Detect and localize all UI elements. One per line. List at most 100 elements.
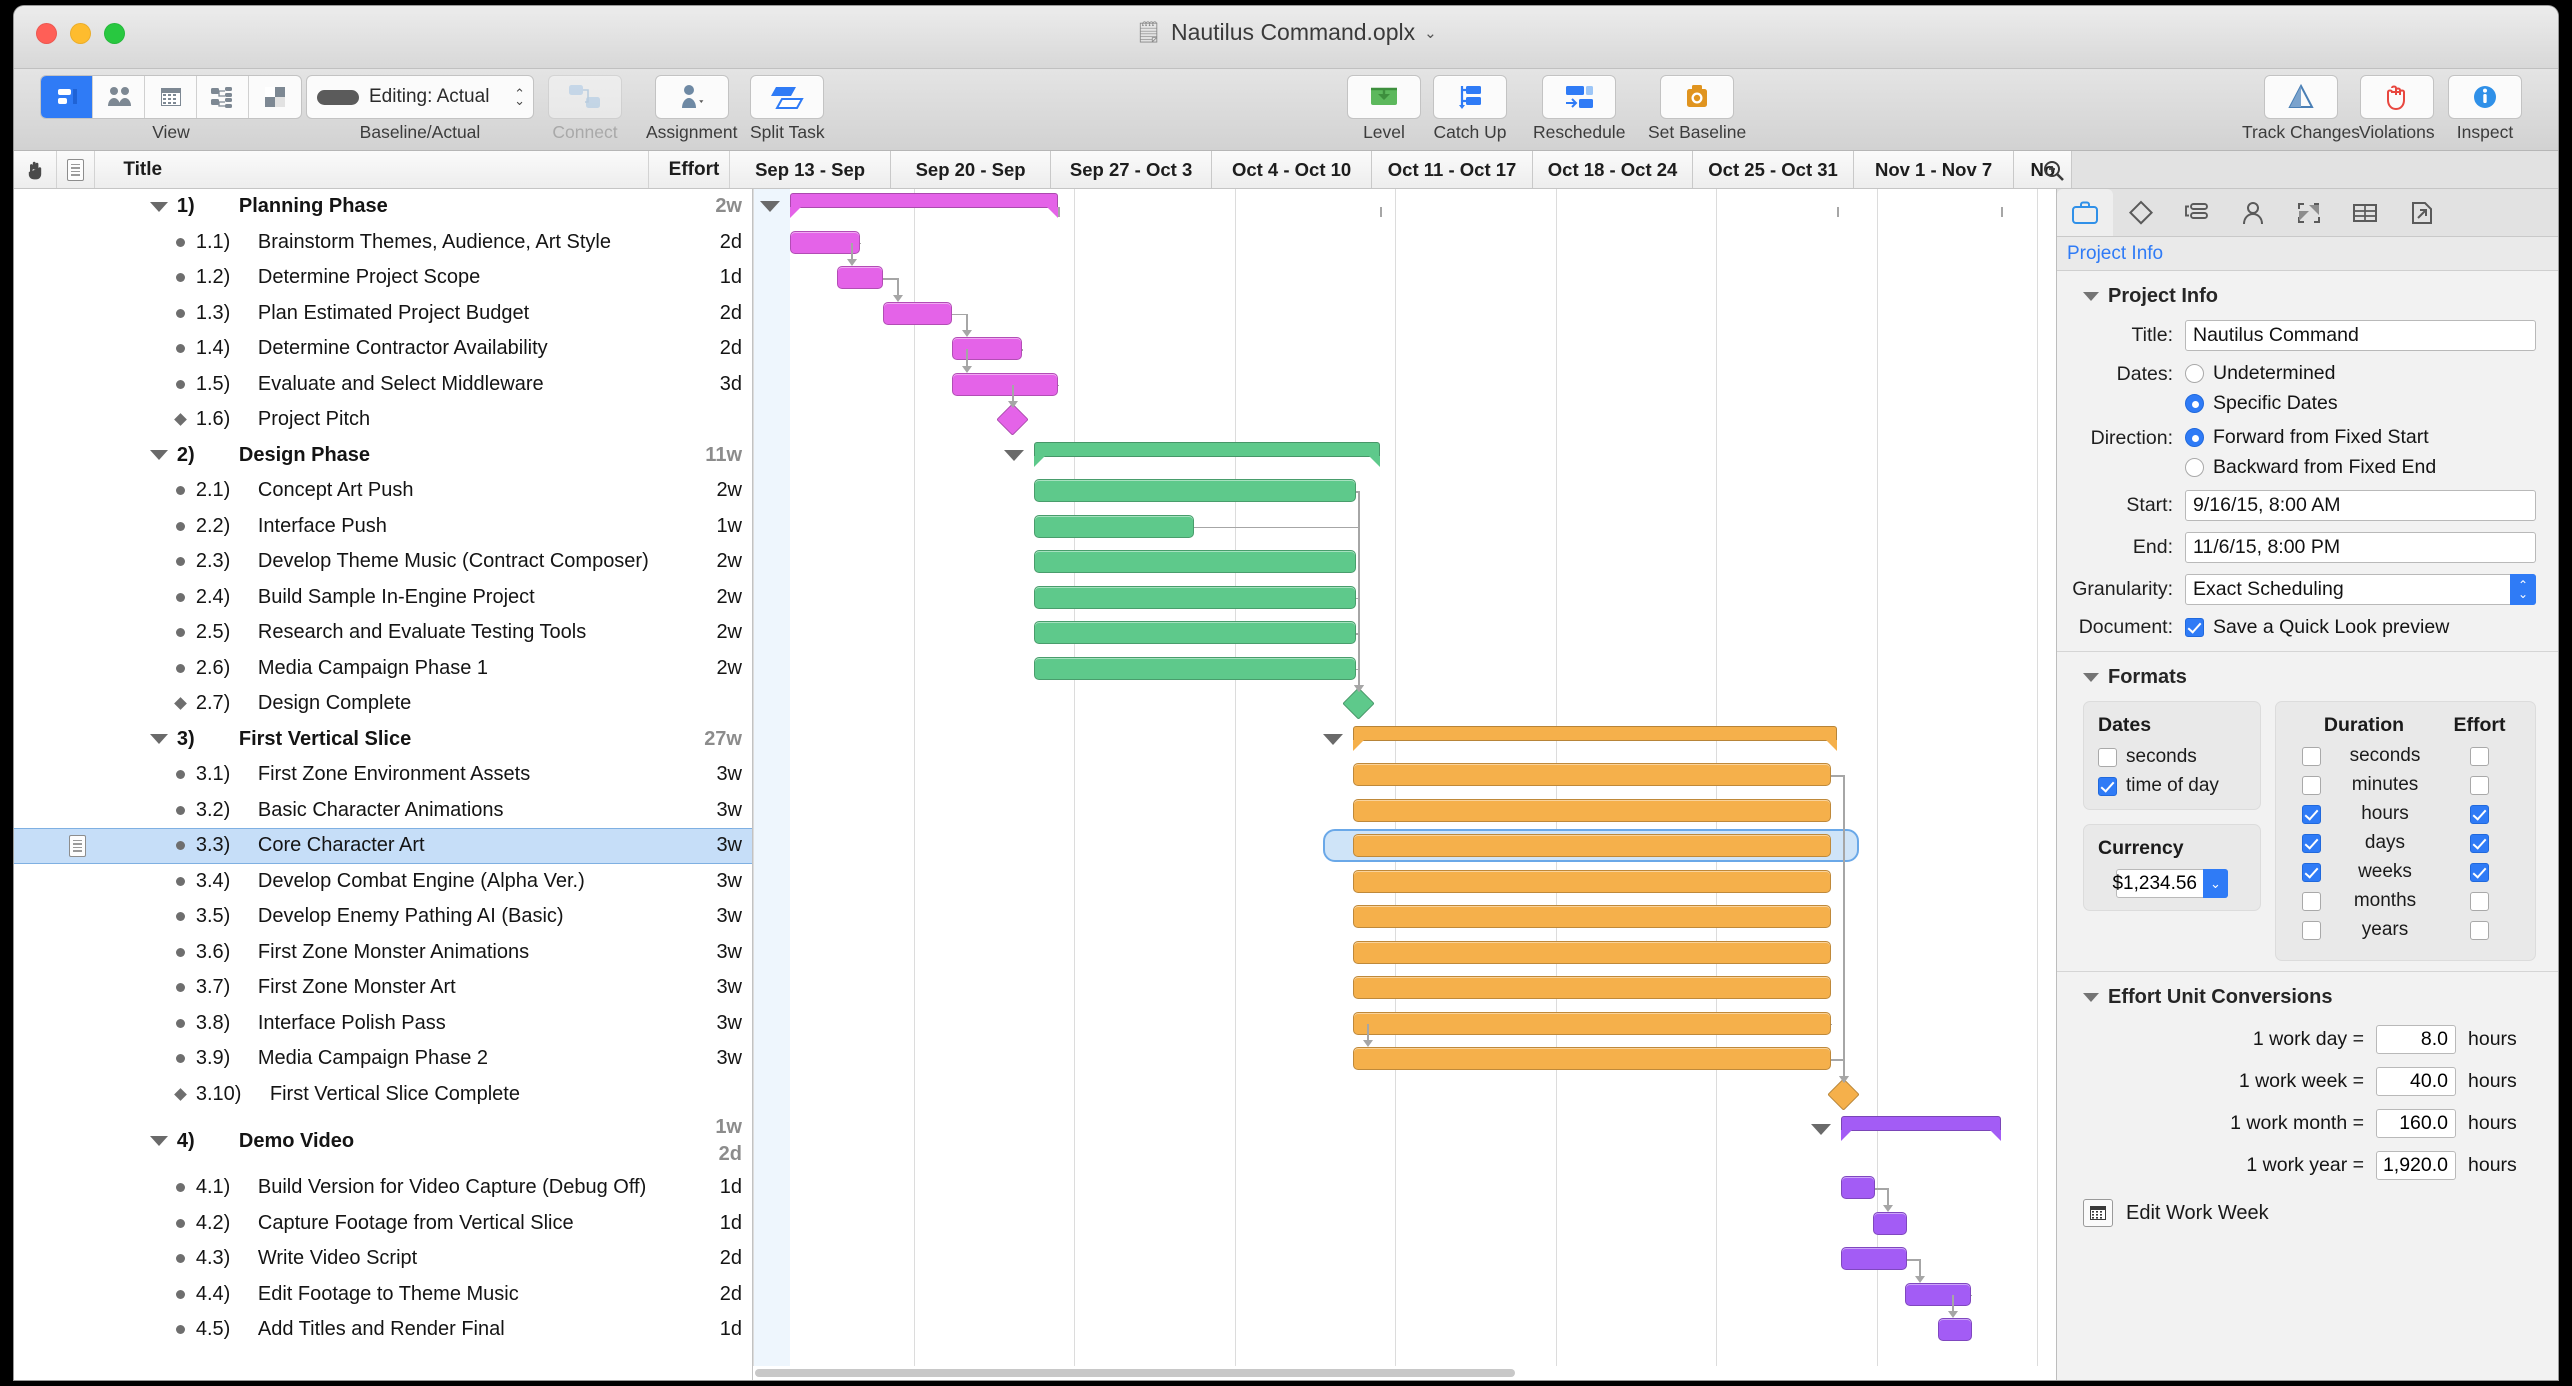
gantt-milestone[interactable] xyxy=(996,403,1029,436)
row-title-cell[interactable]: 4.2) Capture Footage from Vertical Slice xyxy=(98,1212,668,1235)
row-effort-cell[interactable]: 2w xyxy=(668,195,752,218)
row-effort-cell[interactable]: 2d xyxy=(668,302,752,325)
radio-undetermined[interactable] xyxy=(2185,364,2204,383)
conversion-input[interactable]: 160.0 xyxy=(2376,1109,2456,1138)
outline-task-row[interactable]: 3.4) Develop Combat Engine (Alpha Ver.) 3w xyxy=(14,864,752,900)
outline-task-row[interactable]: 4.3) Write Video Script 2d xyxy=(14,1241,752,1277)
set-baseline-button[interactable] xyxy=(1660,75,1735,119)
gantt-group-disclosure-icon[interactable] xyxy=(1323,733,1343,745)
row-effort-cell[interactable]: 3w xyxy=(668,870,752,893)
gantt-task-bar[interactable] xyxy=(1841,1176,1875,1199)
row-title-cell[interactable]: 3.8) Interface Polish Pass xyxy=(98,1012,668,1035)
view-network-button[interactable] xyxy=(197,76,249,118)
row-title-cell[interactable]: 2.4) Build Sample In-Engine Project xyxy=(98,586,668,609)
outline-task-row[interactable]: 3.7) First Zone Monster Art 3w xyxy=(14,970,752,1006)
duration-checkbox-cell[interactable] xyxy=(2290,804,2332,824)
row-title-cell[interactable]: 2.7) Design Complete xyxy=(98,692,668,715)
row-effort-cell[interactable]: 2w xyxy=(668,479,752,502)
row-note-cell[interactable] xyxy=(58,834,98,857)
outline-task-row[interactable]: 2.1) Concept Art Push 2w xyxy=(14,473,752,509)
formats-heading-row[interactable]: Formats xyxy=(2057,666,2558,689)
row-title-cell[interactable]: 2.1) Concept Art Push xyxy=(98,479,668,502)
disclosure-triangle-icon[interactable] xyxy=(149,734,168,745)
row-title-cell[interactable]: 3.9) Media Campaign Phase 2 xyxy=(98,1047,668,1070)
outline-task-row[interactable]: 2.5) Research and Evaluate Testing Tools 2… xyxy=(14,615,752,651)
gantt-task-bar[interactable] xyxy=(1353,905,1831,928)
checkbox-effort-weeks[interactable] xyxy=(2470,862,2489,882)
duration-checkbox-cell[interactable] xyxy=(2290,891,2332,911)
track-changes-button[interactable] xyxy=(2264,75,2338,119)
dates-format-seconds[interactable]: seconds xyxy=(2098,746,2246,768)
duration-checkbox-cell[interactable] xyxy=(2290,746,2332,766)
radio-backward-fixed-end[interactable] xyxy=(2185,458,2204,477)
outline-group-row[interactable]: 2) Design Phase 11w xyxy=(14,438,752,474)
row-title-cell[interactable]: 3.5) Develop Enemy Pathing AI (Basic) xyxy=(98,905,668,928)
gantt-task-bar[interactable] xyxy=(952,372,1058,396)
row-title-cell[interactable]: 3.4) Develop Combat Engine (Alpha Ver.) xyxy=(98,870,668,893)
project-info-heading-row[interactable]: Project Info xyxy=(2057,285,2558,308)
gantt-task-bar[interactable] xyxy=(952,337,1022,360)
row-title-cell[interactable]: 1.6) Project Pitch xyxy=(98,408,668,431)
outline-task-row[interactable]: 2.6) Media Campaign Phase 1 2w xyxy=(14,651,752,687)
checkbox-duration-weeks[interactable] xyxy=(2301,862,2321,882)
row-effort-cell[interactable]: 1d xyxy=(668,266,752,289)
row-title-cell[interactable]: 4.5) Add Titles and Render Final xyxy=(98,1318,668,1341)
gantt-task-bar[interactable] xyxy=(1034,479,1356,502)
gantt-task-bar[interactable] xyxy=(1353,1011,1831,1035)
dates-format-time-of-day[interactable]: time of day xyxy=(2098,775,2246,797)
direction-option-forward[interactable]: Forward from Fixed Start xyxy=(2185,426,2536,449)
row-effort-cell[interactable]: 3w xyxy=(668,1047,752,1070)
level-button[interactable] xyxy=(1347,75,1421,119)
conversions-heading-row[interactable]: Effort Unit Conversions xyxy=(2057,986,2558,1009)
row-effort-cell[interactable]: 3w xyxy=(668,1012,752,1035)
outline-task-row[interactable]: 2.3) Develop Theme Music (Contract Compos… xyxy=(14,544,752,580)
row-effort-cell[interactable]: 3w xyxy=(668,976,752,999)
effort-checkbox-cell[interactable] xyxy=(2438,891,2521,911)
checkbox-effort-minutes[interactable] xyxy=(2470,775,2489,795)
outline-task-row[interactable]: 3.10) First Vertical Slice Complete xyxy=(14,1077,752,1113)
view-calendar-button[interactable] xyxy=(145,76,197,118)
gantt-summary-bar[interactable] xyxy=(790,193,1058,208)
end-date-input[interactable]: 11/6/15, 8:00 PM xyxy=(2185,532,2536,563)
inspect-button[interactable] xyxy=(2448,75,2522,119)
checkbox-effort-months[interactable] xyxy=(2470,891,2489,911)
effort-checkbox-cell[interactable] xyxy=(2438,920,2521,940)
gantt-task-bar[interactable] xyxy=(1034,656,1356,680)
row-title-cell[interactable]: 2.5) Research and Evaluate Testing Tools xyxy=(98,621,668,644)
outline-task-row[interactable]: 3.9) Media Campaign Phase 2 3w xyxy=(14,1041,752,1077)
outline-task-row[interactable]: 2.7) Design Complete xyxy=(14,686,752,722)
row-title-cell[interactable]: 3.2) Basic Character Animations xyxy=(98,799,668,822)
row-effort-cell[interactable]: 3w xyxy=(668,763,752,786)
checkbox-duration-years[interactable] xyxy=(2301,920,2321,940)
column-header-note[interactable] xyxy=(57,151,96,188)
checkbox-dates-time-of-day[interactable] xyxy=(2098,776,2117,796)
row-title-cell[interactable]: 3.3) Core Character Art xyxy=(98,834,668,857)
gantt-group-disclosure-icon[interactable] xyxy=(760,201,780,212)
outline-task-row[interactable]: 2.4) Build Sample In-Engine Project 2w xyxy=(14,580,752,616)
row-effort-cell[interactable]: 1d xyxy=(668,1212,752,1235)
gantt-task-bar[interactable] xyxy=(1353,869,1831,893)
row-title-cell[interactable]: 3.10) First Vertical Slice Complete xyxy=(98,1083,668,1106)
gantt-task-bar[interactable] xyxy=(1841,1247,1907,1270)
chevron-updown-icon[interactable]: ⌃ ⌄ xyxy=(2510,574,2536,605)
resource-tab[interactable] xyxy=(2225,189,2281,236)
row-effort-cell[interactable]: 2w xyxy=(668,621,752,644)
dates-option-specific[interactable]: Specific Dates xyxy=(2185,392,2536,415)
outline-task-row[interactable]: 3.1) First Zone Environment Assets 3w xyxy=(14,757,752,793)
row-effort-cell[interactable]: 3w xyxy=(668,799,752,822)
gantt-horizontal-scrollbar[interactable] xyxy=(753,1366,2056,1380)
gantt-task-bar[interactable] xyxy=(1034,514,1194,538)
duration-checkbox-cell[interactable] xyxy=(2290,862,2332,882)
duration-checkbox-cell[interactable] xyxy=(2290,775,2332,795)
dependency-tab[interactable] xyxy=(2169,189,2225,236)
column-header-title[interactable]: Title xyxy=(95,151,649,188)
radio-forward-fixed-start[interactable] xyxy=(2185,428,2204,447)
row-effort-cell[interactable]: 2w xyxy=(668,550,752,573)
conversion-input[interactable]: 8.0 xyxy=(2376,1025,2456,1054)
checkbox-effort-years[interactable] xyxy=(2470,920,2489,940)
row-effort-cell[interactable]: 1w 2d xyxy=(668,1114,752,1168)
chevron-down-icon[interactable]: ⌄ xyxy=(1424,24,1437,42)
row-title-cell[interactable]: 1.1) Brainstorm Themes, Audience, Art Sty… xyxy=(98,231,668,254)
outline-task-row[interactable]: 1.4) Determine Contractor Availability 2d xyxy=(14,331,752,367)
gantt-group-disclosure-icon[interactable] xyxy=(1811,1124,1831,1135)
